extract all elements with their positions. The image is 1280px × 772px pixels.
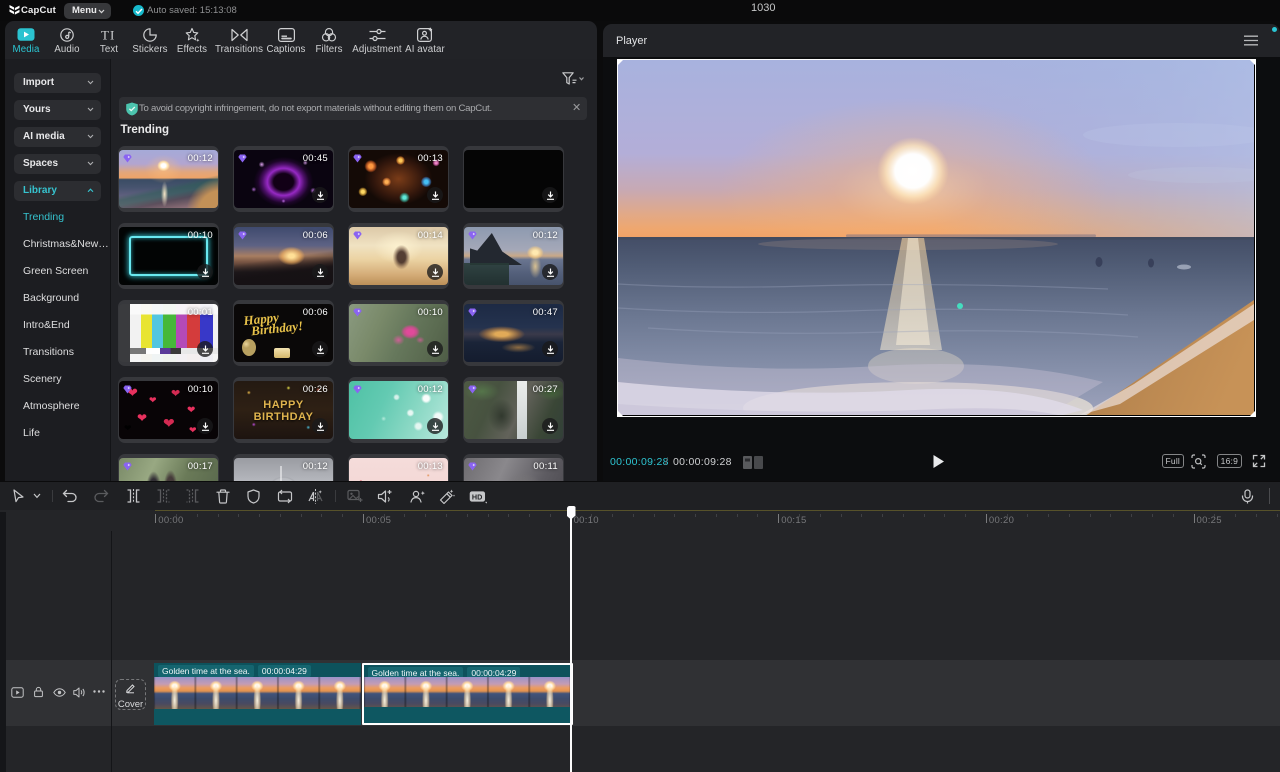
svg-text:HD: HD: [472, 492, 482, 501]
